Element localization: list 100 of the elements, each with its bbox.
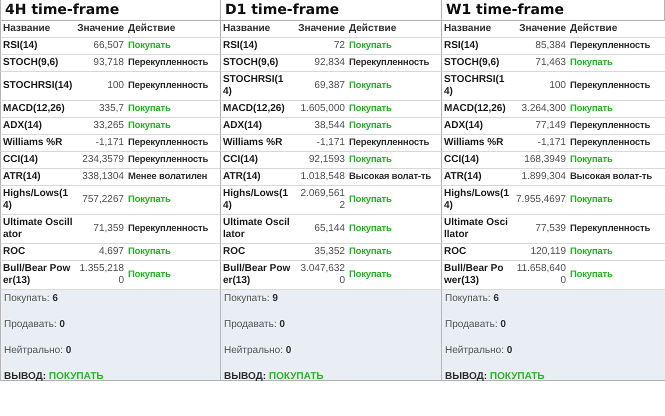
action-text: Перекупленность [126,72,221,101]
indicator-name: RSI(14) [442,38,512,55]
indicator-value: 66,507 [76,38,126,55]
summary-count: Нейтрально: 0 [224,344,292,358]
column-header: Значение [512,21,568,38]
indicator-name: RSI(14) [0,38,76,55]
action-text: Перекупленность [126,55,221,72]
indicator-name: RSI(14) [221,38,293,55]
indicator-value: 120,119 [512,244,568,261]
indicator-value: 1.605,000 [293,101,347,118]
action-text: Покупать [347,72,442,101]
indicator-value: 3.264,300 [512,101,568,118]
column-header: Действие [126,21,221,38]
indicator-name: CCI(14) [0,152,76,169]
action-text: Высокая волат-ть [347,169,442,186]
indicator-value: 757,2267 [76,186,126,215]
panel-title: 4H time-frame [0,0,221,21]
action-text: Покупать [347,186,442,215]
column-header: Значение [293,21,347,38]
indicator-name: STOCHRSI(14) [442,72,512,101]
action-text: Покупать [568,152,665,169]
indicator-name: MACD(12,26) [221,101,293,118]
column-header: Действие [347,21,442,38]
summary-count: Покупать: 9 [224,292,279,306]
indicator-name: ADX(14) [221,118,293,135]
column-header: Название [0,21,76,38]
indicator-name: ATR(14) [0,169,76,186]
indicator-value: 335,7 [76,101,126,118]
indicator-name: CCI(14) [442,152,512,169]
indicator-name: Ultimate Oscillator [221,215,293,244]
indicator-name: STOCH(9,6) [221,55,293,72]
summary-count: Продавать: 0 [445,318,507,332]
column-header: Название [442,21,512,38]
action-text: Перекупленность [568,38,665,55]
action-text: Покупать [126,38,221,55]
action-text: Высокая волат-ть [568,169,665,186]
indicator-value: 2.069,5612 [293,186,347,215]
indicator-name: ADX(14) [0,118,76,135]
indicator-value: 33,265 [76,118,126,135]
indicator-name: STOCH(9,6) [0,55,76,72]
action-text: Покупать [126,118,221,135]
indicator-name: ATR(14) [442,169,512,186]
indicator-name: Highs/Lows(14) [442,186,512,215]
indicator-name: Ultimate Oscillator [442,215,512,244]
action-text: Перекупленность [568,215,665,244]
summary-count: Нейтрально: 0 [445,344,514,358]
column-header: Значение [76,21,126,38]
action-text: Покупать [347,215,442,244]
action-text: Менее волатилен [126,169,221,186]
indicator-value: 1.018,548 [293,169,347,186]
action-text: Покупать [347,244,442,261]
indicator-value: -1,171 [512,135,568,152]
verdict-text: ВЫВОД: ПОКУПАТЬ [445,370,546,384]
indicator-name: STOCHRSI(14) [221,72,293,101]
action-text: Покупать [347,38,442,55]
summary-count: Продавать: 0 [4,318,66,332]
action-text: Перекупленность [568,135,665,152]
action-text: Покупать [347,101,442,118]
indicator-value: 72 [293,38,347,55]
verdict-text: ВЫВОД: ПОКУПАТЬ [224,370,325,384]
column-header: Название [221,21,293,38]
action-text: Покупать [347,118,442,135]
indicator-value: 92,1593 [293,152,347,169]
indicator-value: -1,171 [76,135,126,152]
summary-count: Покупать: 6 [4,292,59,306]
indicator-value: 1.899,304 [512,169,568,186]
indicator-name: ADX(14) [442,118,512,135]
indicator-value: 7.955,4697 [512,186,568,215]
action-text: Перекупленность [126,215,221,244]
indicator-name: ROC [442,244,512,261]
action-text: Покупать [568,244,665,261]
panel-title: W1 time-frame [442,0,665,21]
indicator-value: 234,3579 [76,152,126,169]
indicator-value: 168,3949 [512,152,568,169]
action-text: Покупать [126,101,221,118]
indicator-value: 85,384 [512,38,568,55]
indicator-value: 77,149 [512,118,568,135]
indicator-value: 4,697 [76,244,126,261]
indicator-value: 338,1304 [76,169,126,186]
indicator-name: STOCHRSI(14) [0,72,76,101]
action-text: Перекупленность [568,72,665,101]
action-text: Перекупленность [126,135,221,152]
indicator-value: 92,834 [293,55,347,72]
indicator-value: 69,387 [293,72,347,101]
indicator-name: Williams %R [221,135,293,152]
indicator-value: 71,359 [76,215,126,244]
indicator-value: 77,539 [512,215,568,244]
indicator-name: ROC [221,244,293,261]
action-text: Перекупленность [126,152,221,169]
indicator-value: 93,718 [76,55,126,72]
action-text: Покупать [568,186,665,215]
action-text: Перекупленность [568,118,665,135]
indicator-name: Williams %R [0,135,76,152]
action-text: Перекупленность [347,135,442,152]
panel-title: D1 time-frame [221,0,442,21]
column-header: Действие [568,21,665,38]
action-text: Покупать [568,101,665,118]
indicator-value: -1,171 [293,135,347,152]
indicator-name: MACD(12,26) [0,101,76,118]
action-text: Покупать [126,244,221,261]
